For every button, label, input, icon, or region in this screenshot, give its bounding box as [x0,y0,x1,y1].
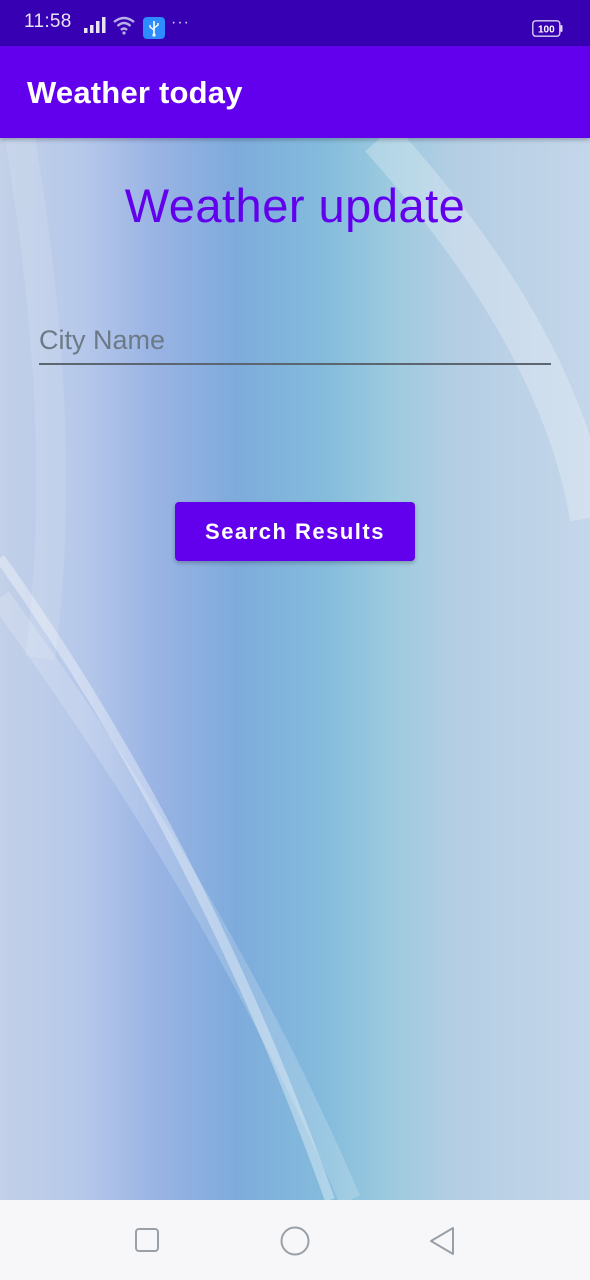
home-circle-icon[interactable] [280,1226,310,1256]
app-title: Weather today [27,75,243,110]
recents-square-icon[interactable] [135,1228,159,1252]
back-triangle-icon[interactable] [428,1226,456,1256]
signal-icon [84,17,106,33]
status-time: 11:58 [24,11,72,32]
search-results-button[interactable]: Search Results [175,502,415,561]
battery-level: 100 [538,25,555,36]
usb-icon [143,17,165,39]
more-notifications-icon: ··· [171,14,190,31]
navigation-bar [0,1200,590,1280]
page-heading: Weather update [124,179,466,232]
background-wallpaper [0,138,590,1200]
battery-icon: 100 [532,20,563,37]
app-screen: 11:58 ··· 100 Weather today Weather upda… [0,0,590,1280]
city-name-input[interactable] [39,318,551,365]
main-content: Weather update Search Results [0,138,590,1200]
status-bar: 11:58 ··· 100 [0,0,590,46]
app-bar: Weather today [0,46,590,138]
wifi-icon [113,16,135,35]
